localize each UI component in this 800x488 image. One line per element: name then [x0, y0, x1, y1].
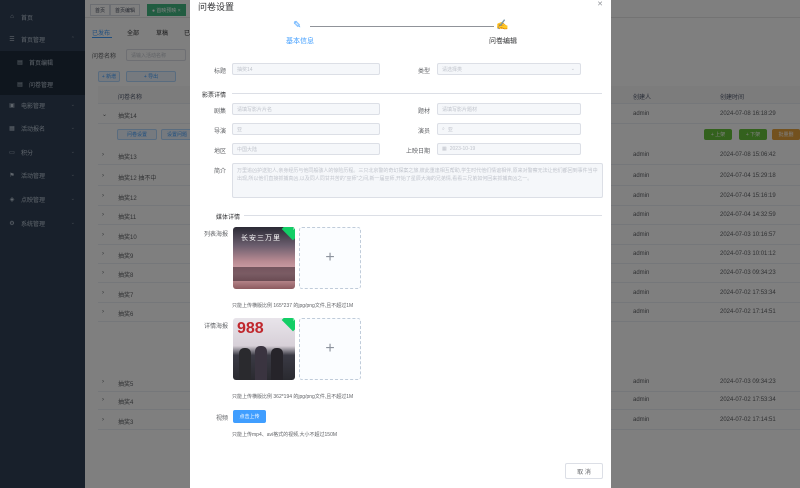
- release-date-label: 上映日期: [405, 149, 430, 155]
- list-poster-hint: 只能上传横版比例 165*237 的jpg/png文件,且不超过1M: [232, 303, 354, 309]
- media-section-title: 媒体详情: [216, 215, 241, 221]
- steps-line: [310, 26, 494, 27]
- region-input[interactable]: 中国大陆: [232, 143, 380, 155]
- survey-settings-dialog: 问卷设置 ✕ ✎ ✍ 基本信息 问卷编辑 标题 抽奖14 类型 请选择类 ⌄ 影票…: [190, 0, 611, 488]
- list-poster-image[interactable]: 长安三万里 ✓: [233, 227, 295, 289]
- cancel-button[interactable]: 取 消: [565, 463, 603, 479]
- list-poster-label: 列表海报: [203, 232, 228, 238]
- series-label: 剧集: [213, 109, 226, 115]
- calendar-icon: ▦: [442, 146, 447, 152]
- film-section-title: 影票详情: [202, 93, 227, 99]
- director-label: 导演: [213, 129, 226, 135]
- detail-poster-image[interactable]: 988 ✓: [233, 318, 295, 380]
- poster-art-figure: [271, 348, 283, 380]
- type-label: 类型: [417, 69, 430, 75]
- release-date-picker[interactable]: ▦ 2023-10-19: [437, 143, 581, 155]
- uploaded-badge: ✓: [281, 227, 295, 241]
- series-input[interactable]: 请填写影片片名: [232, 103, 380, 115]
- list-poster-upload[interactable]: +: [299, 227, 361, 289]
- detail-poster-upload[interactable]: +: [299, 318, 361, 380]
- step-survey-edit: 问卷编辑: [489, 38, 517, 45]
- plus-icon: +: [325, 249, 335, 266]
- video-hint: 只能上传mp4、avi格式的视频,大小不超过150M: [232, 432, 338, 438]
- check-icon: ✓: [292, 318, 295, 323]
- title-label: 标题: [213, 69, 226, 75]
- video-upload-button[interactable]: 点击上传: [233, 410, 266, 423]
- search-icon: ⌕: [442, 126, 445, 132]
- poster-art-figure: [239, 348, 251, 380]
- poster-art-figure: [255, 346, 267, 380]
- title-input[interactable]: 抽奖14: [232, 63, 380, 75]
- director-input[interactable]: 亚: [232, 123, 380, 135]
- video-label: 视频: [215, 416, 228, 422]
- poster-art-number: 988: [237, 320, 264, 337]
- edit-pen-icon: ✎: [293, 20, 302, 31]
- poster-art-text: 长安三万里: [241, 235, 281, 242]
- poster-art-band: [233, 267, 295, 281]
- plus-icon: +: [325, 340, 335, 357]
- media-section-divider: [244, 215, 602, 216]
- uploaded-badge: ✓: [281, 318, 295, 332]
- film-section-divider: [232, 93, 602, 94]
- theme-input[interactable]: 请填写影片题材: [437, 103, 581, 115]
- theme-label: 题材: [417, 109, 430, 115]
- type-select[interactable]: 请选择类 ⌄: [437, 63, 581, 75]
- actor-label: 演员: [417, 129, 430, 135]
- step-basic-info: 基本信息: [286, 38, 314, 45]
- intro-textarea[interactable]: 万里追凶护送犯人,亲身经历与他同般骇人的惊险历程。三只北京警的奇幻探案之旅,彼此…: [232, 163, 603, 198]
- chevron-down-icon: ⌄: [570, 66, 575, 72]
- check-icon: ✓: [292, 227, 295, 232]
- intro-label: 简介: [213, 169, 226, 175]
- actor-input[interactable]: ⌕ 亚: [437, 123, 581, 135]
- edit-doc-icon: ✍: [496, 20, 509, 31]
- detail-poster-label: 详情海报: [203, 324, 228, 330]
- detail-poster-hint: 只能上传横版比例 362*194 的jpg/png文件,且不超过1M: [232, 394, 354, 400]
- dialog-title: 问卷设置: [198, 2, 235, 12]
- region-label: 地区: [213, 149, 226, 155]
- close-icon[interactable]: ✕: [597, 0, 603, 8]
